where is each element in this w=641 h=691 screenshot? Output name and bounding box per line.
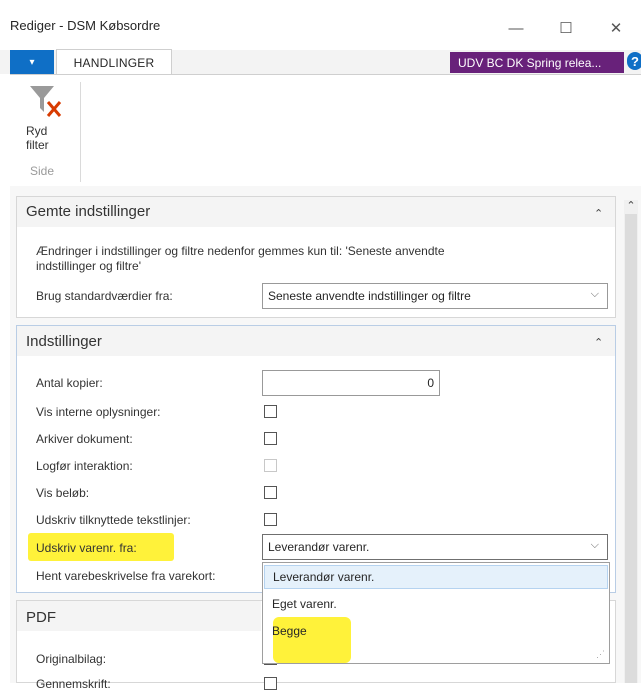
ribbon-body	[10, 74, 641, 185]
pdf-title: PDF	[26, 609, 56, 626]
saved-settings-title: Gemte indstillinger	[26, 203, 151, 220]
minimize-button[interactable]: —	[496, 12, 536, 44]
print-item-no-value: Leverandør varenr.	[268, 540, 370, 554]
show-amounts-checkbox[interactable]	[264, 486, 277, 499]
defaults-select[interactable]: Seneste anvendte indstillinger og filtre…	[262, 283, 608, 309]
chevron-down-icon: ▾	[29, 56, 35, 68]
print-item-no-select[interactable]: Leverandør varenr. ⌵	[262, 534, 608, 560]
maximize-button[interactable]: ☐	[546, 12, 586, 44]
scrollbar-thumb[interactable]	[625, 214, 637, 683]
log-interaction-label: Logfør interaktion:	[36, 459, 133, 473]
print-text-lines-label: Udskriv tilknyttede tekstlinjer:	[36, 513, 191, 527]
original-label: Originalbilag:	[36, 652, 107, 666]
fetch-description-label: Hent varebeskrivelse fra varekort:	[36, 569, 216, 583]
copies-value: 0	[427, 376, 434, 390]
show-amounts-label: Vis beløb:	[36, 486, 90, 500]
archive-label: Arkiver dokument:	[36, 432, 133, 446]
scroll-up-icon[interactable]: ⌃	[624, 199, 638, 212]
dropdown-option[interactable]: Begge	[264, 619, 608, 643]
copies-label: Antal kopier:	[36, 376, 103, 390]
saved-settings-note: Ændringer i indstillinger og filtre nede…	[36, 244, 445, 273]
clear-filter-button[interactable]	[24, 82, 68, 122]
copy-label: Gennemskrift:	[36, 677, 111, 691]
collapse-icon[interactable]: ⌃	[594, 207, 603, 220]
settings-title: Indstillinger	[26, 333, 102, 350]
chevron-down-icon: ⌵	[590, 539, 599, 551]
collapse-icon[interactable]: ⌃	[594, 336, 603, 349]
archive-checkbox[interactable]	[264, 432, 277, 445]
clear-filter-label[interactable]: Ryd filter	[26, 124, 66, 152]
show-internal-label: Vis interne oplysninger:	[36, 405, 161, 419]
environment-badge[interactable]: UDV BC DK Spring relea...	[450, 52, 624, 73]
help-icon[interactable]: ?	[627, 52, 641, 70]
top-edge	[0, 0, 641, 10]
settings-header[interactable]	[17, 326, 615, 356]
dropdown-option[interactable]: Eget varenr.	[264, 592, 608, 616]
window-title: Rediger - DSM Købsordre	[10, 18, 161, 33]
chevron-down-icon: ⌵	[590, 288, 599, 300]
close-button[interactable]: ✕	[596, 12, 636, 44]
ribbon-divider	[80, 82, 81, 182]
item-no-dropdown-list: Leverandør varenr. Eget varenr. Begge ⋰	[262, 562, 610, 664]
log-interaction-checkbox	[264, 459, 277, 472]
file-menu-button[interactable]: ▾	[10, 50, 54, 74]
ribbon-group-label: Side	[30, 164, 55, 178]
copies-input[interactable]: 0	[262, 370, 440, 396]
clear-filter-icon	[30, 86, 62, 117]
resize-grip-icon[interactable]: ⋰	[596, 649, 605, 660]
show-internal-checkbox[interactable]	[264, 405, 277, 418]
print-item-no-label: Udskriv varenr. fra:	[36, 541, 137, 555]
tab-handlinger[interactable]: HANDLINGER	[56, 49, 172, 75]
defaults-label: Brug standardværdier fra:	[36, 289, 173, 303]
print-text-lines-checkbox[interactable]	[264, 513, 277, 526]
defaults-select-value: Seneste anvendte indstillinger og filtre	[268, 289, 471, 303]
copy-checkbox[interactable]	[264, 677, 277, 690]
dropdown-option-selected[interactable]: Leverandør varenr.	[264, 565, 608, 589]
